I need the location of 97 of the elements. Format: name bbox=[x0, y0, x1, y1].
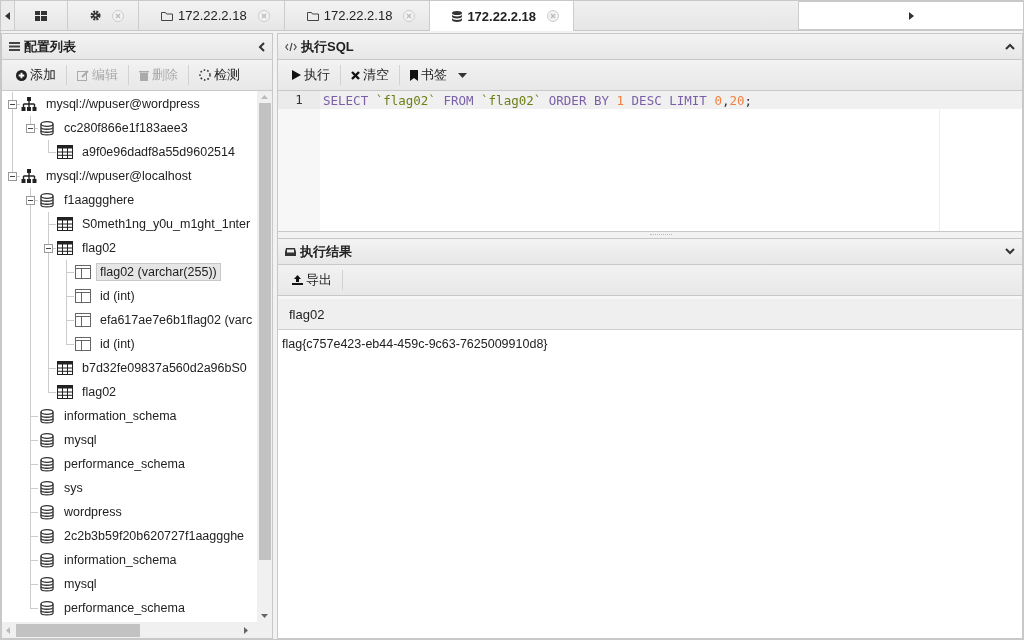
database-icon bbox=[452, 10, 463, 22]
tree-item[interactable]: flag02 (varchar(255)) bbox=[96, 263, 221, 281]
table-icon bbox=[57, 385, 73, 399]
collapse-toggle-icon[interactable] bbox=[7, 99, 17, 109]
database-icon bbox=[40, 432, 54, 448]
caret-left-icon bbox=[5, 11, 10, 20]
inbox-icon bbox=[285, 247, 296, 256]
tree-item[interactable]: sys bbox=[60, 479, 87, 497]
panel-title: 配置列表 bbox=[24, 37, 76, 56]
tree-item[interactable]: mysql://wpuser@wordpress bbox=[42, 95, 204, 113]
tab-label: 172.22.2.18 bbox=[467, 8, 537, 24]
sitemap-icon bbox=[21, 97, 37, 111]
line-number: 1 bbox=[278, 91, 320, 109]
tab[interactable] bbox=[68, 1, 139, 30]
table-icon bbox=[57, 217, 73, 231]
tree-item[interactable]: mysql bbox=[60, 575, 101, 593]
database-icon bbox=[40, 504, 54, 520]
table-icon bbox=[57, 241, 73, 255]
grid-icon bbox=[35, 10, 47, 21]
tree-item[interactable]: a9f0e96dadf8a55d9602514 bbox=[78, 143, 239, 161]
panel-title: 执行SQL bbox=[301, 37, 354, 56]
column-icon bbox=[75, 313, 91, 327]
table-icon bbox=[57, 145, 73, 159]
tree-item[interactable]: cc280f866e1f183aee3 bbox=[60, 119, 192, 137]
folder-icon bbox=[161, 10, 173, 21]
tab[interactable]: 172.22.2.18 bbox=[139, 1, 285, 30]
column-header[interactable]: flag02 bbox=[278, 306, 336, 322]
plus-icon bbox=[16, 69, 27, 81]
database-icon bbox=[40, 192, 54, 208]
tab[interactable] bbox=[15, 1, 68, 30]
collapse-toggle-icon[interactable] bbox=[25, 195, 35, 205]
spinner-icon bbox=[199, 69, 211, 81]
column-icon bbox=[75, 289, 91, 303]
sql-editor[interactable]: 1 SELECT `flag02` FROM `flag02` ORDER BY 1 DESC LIMIT 0,20; bbox=[278, 91, 1022, 231]
database-icon bbox=[40, 552, 54, 568]
caret-right-icon[interactable] bbox=[244, 626, 248, 634]
sitemap-icon bbox=[21, 169, 37, 183]
tab[interactable]: 172.22.2.18 bbox=[430, 1, 575, 31]
database-icon bbox=[40, 528, 54, 544]
database-icon bbox=[40, 408, 54, 424]
list-icon bbox=[9, 42, 20, 51]
database-icon bbox=[40, 576, 54, 592]
database-icon bbox=[40, 480, 54, 496]
tree-item[interactable]: performance_schema bbox=[60, 599, 189, 617]
code-line: SELECT `flag02` FROM `flag02` ORDER BY 1 DESC LIMIT 0,20; bbox=[322, 92, 753, 108]
toolbar-button[interactable]: 导出 bbox=[282, 267, 342, 293]
tree-item[interactable]: flag02 bbox=[78, 383, 121, 401]
column-icon bbox=[75, 337, 91, 351]
settings-icon bbox=[90, 10, 101, 21]
folder-icon bbox=[306, 10, 319, 21]
tab[interactable]: 172.22.2.18 bbox=[284, 1, 431, 30]
column-icon bbox=[75, 265, 91, 279]
tree-item[interactable]: id (int) bbox=[96, 287, 139, 305]
tree-item[interactable]: mysql bbox=[60, 431, 101, 449]
collapse-toggle-icon[interactable] bbox=[25, 123, 35, 133]
tree-item[interactable]: f1aaggghere bbox=[60, 191, 139, 209]
tree-item[interactable]: flag02 bbox=[78, 239, 121, 257]
close-icon bbox=[351, 70, 360, 80]
tree-item[interactable]: information_schema bbox=[60, 407, 181, 425]
code-icon bbox=[285, 41, 297, 52]
tree-item[interactable]: mysql://wpuser@localhost bbox=[42, 167, 196, 185]
collapse-toggle-icon[interactable] bbox=[7, 171, 17, 181]
tree-item[interactable]: id (int) bbox=[96, 335, 139, 353]
collapse-icon[interactable] bbox=[1005, 43, 1015, 50]
edit-icon bbox=[77, 69, 89, 81]
tab-label: 172.22.2.18 bbox=[323, 8, 393, 23]
vertical-scrollbar[interactable] bbox=[257, 91, 272, 622]
toolbar-button[interactable]: 清空 bbox=[341, 62, 399, 88]
tree-item[interactable]: wordpress bbox=[60, 503, 126, 521]
tree-item[interactable]: efa617ae7e6b1flag02 (varc bbox=[96, 311, 257, 329]
splitter-handle[interactable] bbox=[278, 231, 1022, 239]
tab-label: 172.22.2.18 bbox=[178, 8, 247, 23]
horizontal-scrollbar[interactable] bbox=[2, 622, 272, 638]
bookmark-icon bbox=[410, 69, 418, 81]
tree-item[interactable]: information_schema bbox=[60, 551, 181, 569]
toolbar-button[interactable]: 执行 bbox=[282, 62, 340, 88]
trash-icon bbox=[139, 69, 149, 81]
upload-icon bbox=[292, 275, 303, 285]
table-cell-text: flag{c757e423-eb44-459c-9c63-7625009910d8} bbox=[281, 337, 549, 351]
caret-down-icon[interactable] bbox=[261, 614, 268, 618]
tree-item[interactable]: 2c2b3b59f20b620727f1aaggghe bbox=[60, 527, 249, 545]
tree-item[interactable]: b7d32fe09837a560d2a96bS0 bbox=[78, 359, 251, 377]
tree-item[interactable]: S0meth1ng_y0u_m1ght_1nter bbox=[78, 215, 255, 233]
collapse-toggle-icon[interactable] bbox=[43, 243, 53, 253]
collapse-icon[interactable] bbox=[258, 41, 265, 52]
toolbar-button[interactable]: 添加 bbox=[6, 62, 66, 88]
toolbar-button[interactable]: 书签 bbox=[400, 62, 477, 88]
toolbar-button[interactable]: 检测 bbox=[189, 62, 250, 88]
caret-right-icon bbox=[908, 11, 914, 20]
expand-icon[interactable] bbox=[1005, 248, 1015, 255]
panel-title: 执行结果 bbox=[300, 242, 352, 261]
play-icon bbox=[292, 70, 301, 80]
database-icon bbox=[40, 120, 54, 136]
database-icon bbox=[40, 600, 54, 616]
database-icon bbox=[40, 456, 54, 472]
table-icon bbox=[57, 361, 73, 375]
tree-item[interactable]: performance_schema bbox=[60, 455, 189, 473]
